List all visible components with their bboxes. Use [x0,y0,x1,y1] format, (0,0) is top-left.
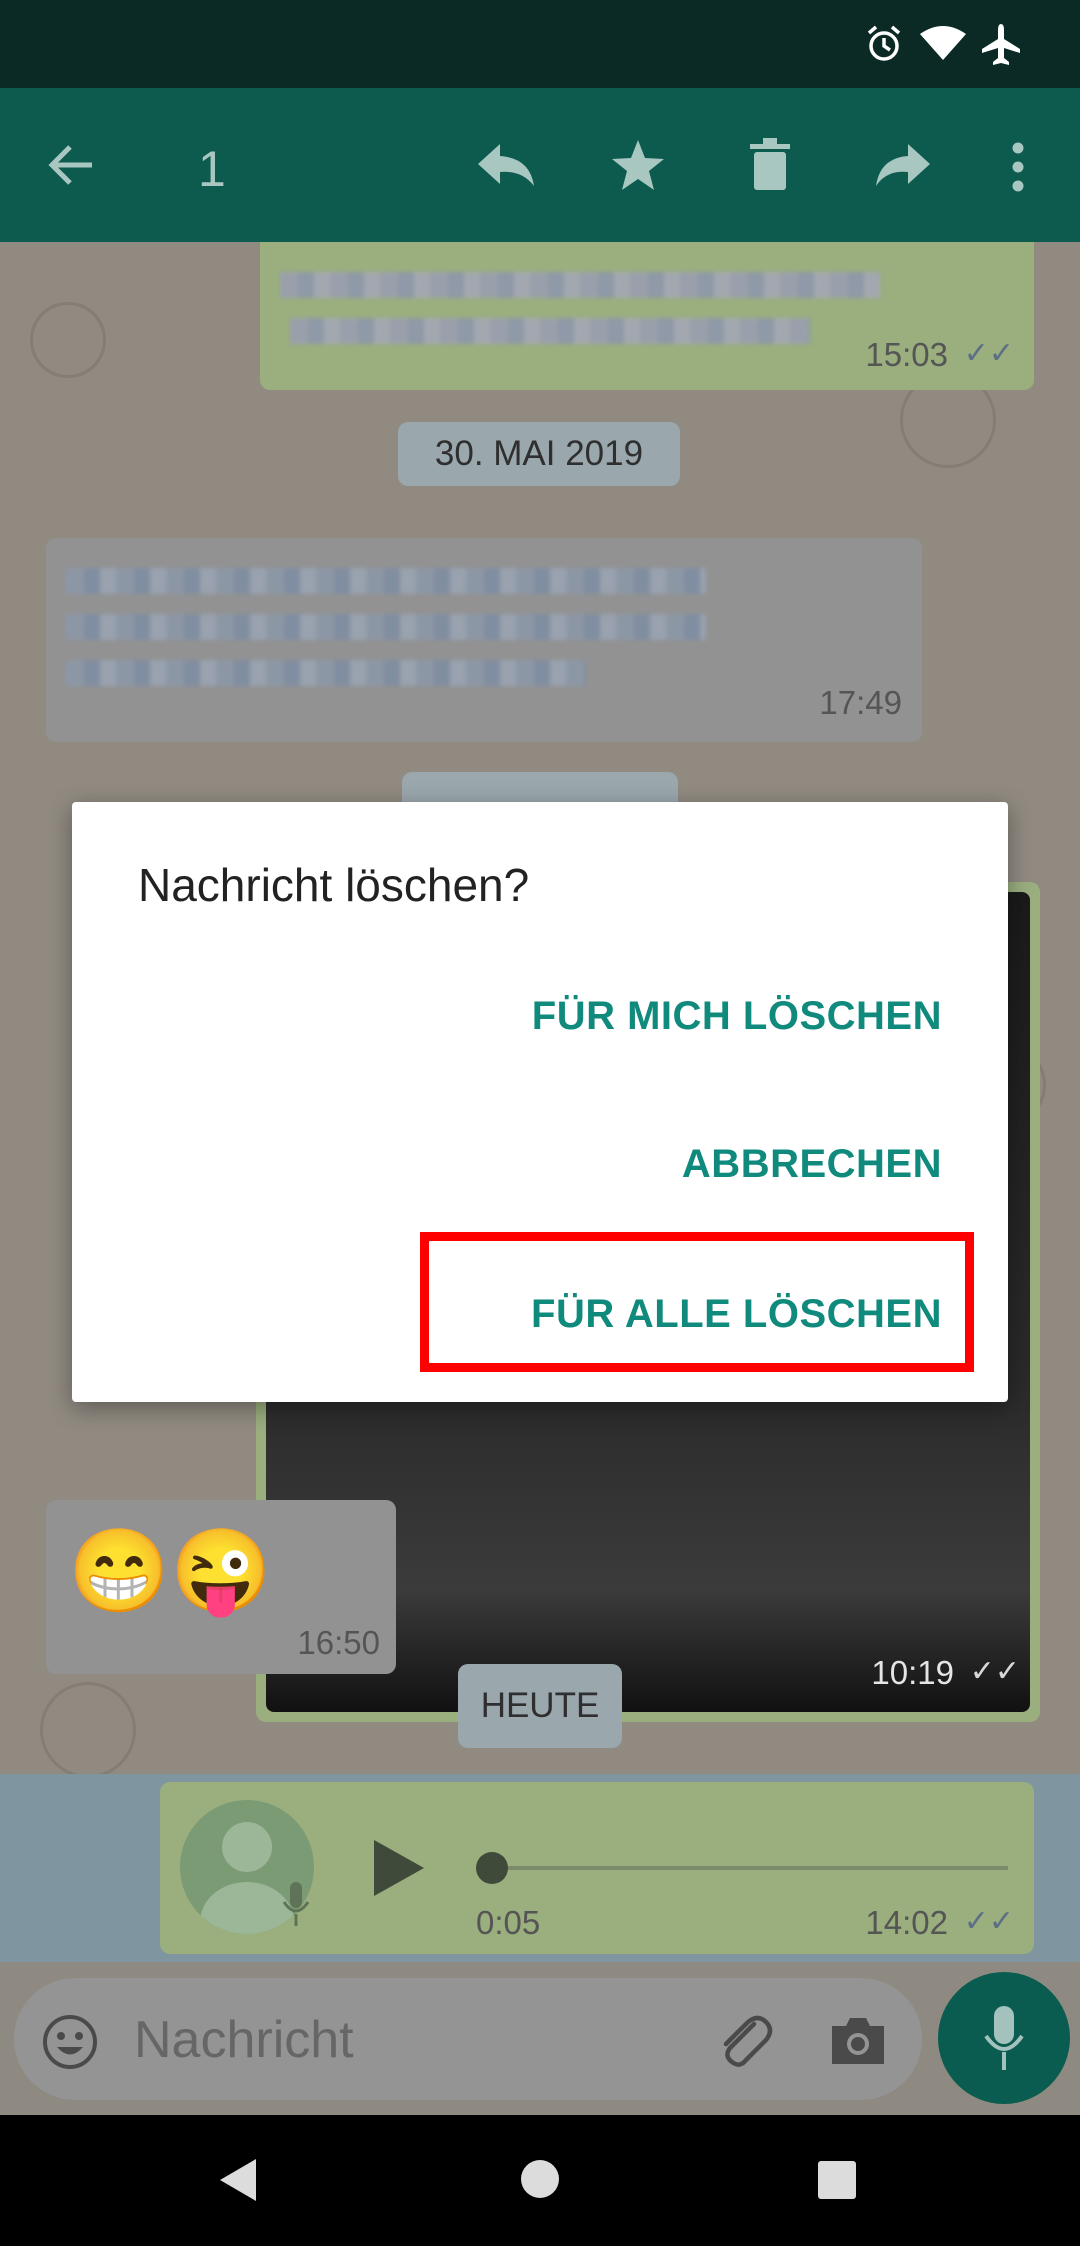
delete-for-me-button[interactable]: FÜR MICH LÖSCHEN [532,994,942,1039]
airplane-icon [982,24,1020,65]
highlight-box [420,1232,974,1372]
reply-icon[interactable] [476,142,536,188]
attachment-icon[interactable] [714,2010,774,2070]
play-icon[interactable] [370,1838,426,1898]
system-navigation-bar [0,2115,1080,2246]
nav-home-icon[interactable] [520,2159,560,2199]
date-chip: 30. MAI 2019 [398,422,680,486]
message-time: 10:19 [871,1654,954,1691]
selection-action-bar: 1 [0,88,1080,242]
nav-recents-icon[interactable] [818,2161,856,2199]
voice-record-button[interactable] [938,1972,1070,2104]
double-check-icon: ✓✓ [963,1905,1014,1938]
dialog-title: Nachricht löschen? [138,859,530,911]
message-time: 14:02 [865,1904,948,1941]
double-check-icon: ✓✓ [963,337,1014,370]
double-check-icon: ✓✓ [969,1655,1020,1688]
emoji-icon[interactable] [42,2014,98,2070]
message-bubble-incoming-emoji[interactable]: 😁😜 16:50 [46,1500,396,1674]
message-time: 15:03 [865,336,948,373]
more-vert-icon[interactable] [1010,142,1026,192]
microphone-icon [984,2006,1024,2070]
message-bubble-outgoing[interactable]: 15:03 ✓✓ [260,242,1034,390]
nav-back-icon[interactable] [218,2157,258,2203]
delete-icon[interactable] [750,138,790,190]
message-input-placeholder: Nachricht [134,2011,354,2069]
camera-icon[interactable] [828,2016,888,2066]
message-time: 16:50 [297,1624,380,1661]
wifi-icon [920,26,966,60]
back-arrow-icon[interactable] [46,142,96,188]
selected-count: 1 [198,141,226,197]
message-input-field[interactable]: Nachricht [14,1978,922,2100]
voice-progress-handle[interactable] [476,1852,508,1884]
forward-icon[interactable] [874,142,932,188]
message-time: 17:49 [819,684,902,721]
alarm-icon [867,25,901,61]
date-chip-today: HEUTE [458,1664,622,1748]
voice-message-outgoing[interactable]: 0:05 14:02 ✓✓ [160,1782,1034,1954]
message-input-bar: Nachricht [0,1962,1080,2115]
voice-progress-track[interactable] [480,1866,1008,1870]
emoji-content: 😁😜 [68,1526,273,1617]
voice-duration: 0:05 [476,1904,541,1941]
microphone-icon [282,1882,310,1926]
star-icon[interactable] [610,138,666,192]
status-bar [0,0,1080,88]
message-bubble-incoming[interactable]: 17:49 [46,538,922,742]
cancel-button[interactable]: ABBRECHEN [682,1142,942,1187]
